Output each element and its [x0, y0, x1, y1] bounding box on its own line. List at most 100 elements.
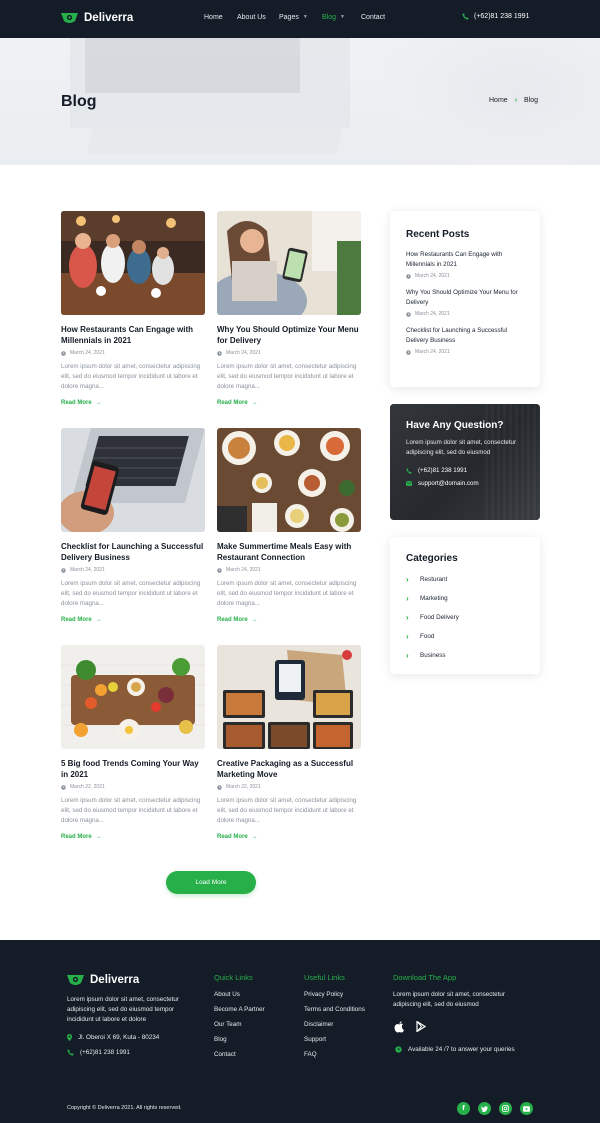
map-pin-icon	[67, 1034, 72, 1041]
post-date-text: March 24, 2021	[70, 350, 105, 356]
read-more-label: Read More	[217, 400, 248, 407]
apple-icon[interactable]	[394, 1021, 405, 1033]
nav-blog-label: Blog	[322, 14, 337, 21]
post-title[interactable]: Creative Packaging as a Successful Marke…	[217, 759, 362, 780]
arrow-right-icon: →	[251, 617, 258, 624]
post-date: March 22, 2021	[217, 784, 362, 790]
post-excerpt: Lorem ipsum dolor sit amet, consectetur …	[217, 363, 357, 390]
recent-post-item[interactable]: Checklist for Launching a Successful Del…	[406, 326, 524, 355]
footer-link-terms[interactable]: Terms and Conditions	[304, 1006, 365, 1013]
category-item[interactable]: › Business	[406, 651, 524, 660]
categories-title: Categories	[406, 553, 458, 564]
recent-post-title[interactable]: Checklist for Launching a Successful Del…	[406, 326, 524, 346]
post-date: March 22, 2021	[61, 784, 206, 790]
read-more-link[interactable]: Read More →	[61, 400, 102, 406]
nav-about-us[interactable]: About Us	[237, 14, 266, 21]
post-image[interactable]	[217, 211, 361, 315]
load-more-button[interactable]: Load More	[166, 871, 256, 894]
clock-icon	[406, 273, 411, 279]
category-item[interactable]: › Food Delivery	[406, 613, 524, 622]
post-image[interactable]	[217, 645, 361, 749]
post-date: March 24, 2021	[217, 567, 362, 573]
post-title[interactable]: 5 Big food Trends Coming Your Way in 202…	[61, 759, 206, 780]
footer-link-disclaimer[interactable]: Disclaimer	[304, 1021, 333, 1028]
post-title[interactable]: Checklist for Launching a Successful Del…	[61, 542, 206, 563]
top-navbar: Deliverra Home About Us Pages ▼ Blog ▼ Con…	[0, 0, 600, 38]
clock-icon	[217, 784, 222, 790]
twitter-icon[interactable]	[478, 1102, 491, 1115]
contact-widget-phone[interactable]: (+62)81 238 1991	[406, 467, 524, 474]
contact-widget-email[interactable]: support@domain.com	[406, 480, 524, 487]
recent-post-title[interactable]: Why You Should Optimize Your Menu for De…	[406, 288, 524, 308]
read-more-link[interactable]: Read More →	[217, 617, 258, 623]
footer-link-blog[interactable]: Blog	[214, 1036, 227, 1043]
read-more-link[interactable]: Read More →	[217, 400, 258, 406]
post-title[interactable]: Why You Should Optimize Your Menu for De…	[217, 325, 362, 346]
recent-post-item[interactable]: Why You Should Optimize Your Menu for De…	[406, 288, 524, 317]
recent-post-date: March 24, 2021	[406, 273, 524, 279]
post-title[interactable]: Make Summertime Meals Easy with Restaura…	[217, 542, 362, 563]
footer-phone[interactable]: (+62)81 238 1991	[67, 1049, 130, 1056]
arrow-right-icon: →	[95, 834, 102, 841]
youtube-icon[interactable]	[520, 1102, 533, 1115]
footer-link-about-us[interactable]: About Us	[214, 991, 240, 998]
arrow-right-icon: →	[251, 834, 258, 841]
nav-contact[interactable]: Contact	[361, 14, 385, 21]
recent-post-date-text: March 24, 2021	[415, 349, 450, 355]
phone-laptop-photo	[61, 428, 205, 532]
post-excerpt: Lorem ipsum dolor sit amet, consectetur …	[217, 580, 357, 607]
footer-logo[interactable]: Deliverra	[67, 973, 139, 986]
facebook-icon[interactable]: f	[457, 1102, 470, 1115]
post-date-text: March 24, 2021	[226, 350, 261, 356]
clock-icon	[395, 1046, 402, 1053]
footer-link-privacy[interactable]: Privacy Policy	[304, 991, 343, 998]
nav-phone[interactable]: (+62)81 238 1991	[462, 13, 529, 20]
packaging-photo	[217, 645, 361, 749]
recent-post-item[interactable]: How Restaurants Can Engage with Millenni…	[406, 250, 524, 279]
footer-logo-text: Deliverra	[90, 973, 140, 986]
post-title[interactable]: How Restaurants Can Engage with Millenni…	[61, 325, 206, 346]
read-more-link[interactable]: Read More →	[61, 617, 102, 623]
post-card: How Restaurants Can Engage with Millenni…	[61, 211, 206, 409]
breadcrumb: Home › Blog	[489, 97, 538, 104]
category-item[interactable]: › Marketing	[406, 594, 524, 603]
nav-blog[interactable]: Blog ▼	[322, 14, 345, 21]
recent-post-date-text: March 24, 2021	[415, 311, 450, 317]
category-item[interactable]: › Food	[406, 632, 524, 641]
post-image[interactable]	[61, 645, 205, 749]
recent-post-title[interactable]: How Restaurants Can Engage with Millenni…	[406, 250, 524, 270]
woman-phone-photo	[217, 211, 361, 315]
breadcrumb-home[interactable]: Home	[489, 97, 508, 104]
categories-widget: Categories › Resturant › Marketing › Food D…	[390, 537, 540, 674]
post-card: Creative Packaging as a Successful Marke…	[217, 645, 362, 843]
logo-text: Deliverra	[84, 11, 134, 24]
footer-link-contact[interactable]: Contact	[214, 1051, 236, 1058]
phone-icon	[67, 1049, 74, 1056]
post-image[interactable]	[217, 428, 361, 532]
footer-link-support[interactable]: Support	[304, 1036, 326, 1043]
footer-link-faq[interactable]: FAQ	[304, 1051, 317, 1058]
post-excerpt: Lorem ipsum dolor sit amet, consectetur …	[217, 797, 357, 824]
page-title: Blog	[61, 93, 97, 110]
footer-link-become-partner[interactable]: Become A Partner	[214, 1006, 265, 1013]
read-more-link[interactable]: Read More →	[61, 834, 102, 840]
footer-link-our-team[interactable]: Our Team	[214, 1021, 242, 1028]
clock-icon	[61, 567, 66, 573]
category-label: Business	[420, 652, 446, 659]
availability-note: Available 24 /7 to answer your queries	[395, 1046, 515, 1053]
site-logo[interactable]: Deliverra	[61, 11, 133, 24]
nav-pages[interactable]: Pages ▼	[279, 14, 308, 21]
category-item[interactable]: › Resturant	[406, 575, 524, 584]
contact-widget-text: Lorem ipsum dolor sit amet, consectetur …	[406, 439, 517, 456]
nav-home[interactable]: Home	[204, 14, 223, 21]
footer-address-text: Jl. Oberoi X 69, Kuta - 80234	[78, 1034, 160, 1041]
google-play-icon[interactable]	[416, 1021, 426, 1032]
instagram-icon[interactable]	[499, 1102, 512, 1115]
post-image[interactable]	[61, 428, 205, 532]
read-more-label: Read More	[61, 834, 92, 841]
logo-icon	[67, 975, 84, 985]
read-more-link[interactable]: Read More →	[217, 834, 258, 840]
post-image[interactable]	[61, 211, 205, 315]
post-date: March 24, 2021	[61, 567, 206, 573]
quick-links-title: Quick Links	[214, 973, 253, 982]
